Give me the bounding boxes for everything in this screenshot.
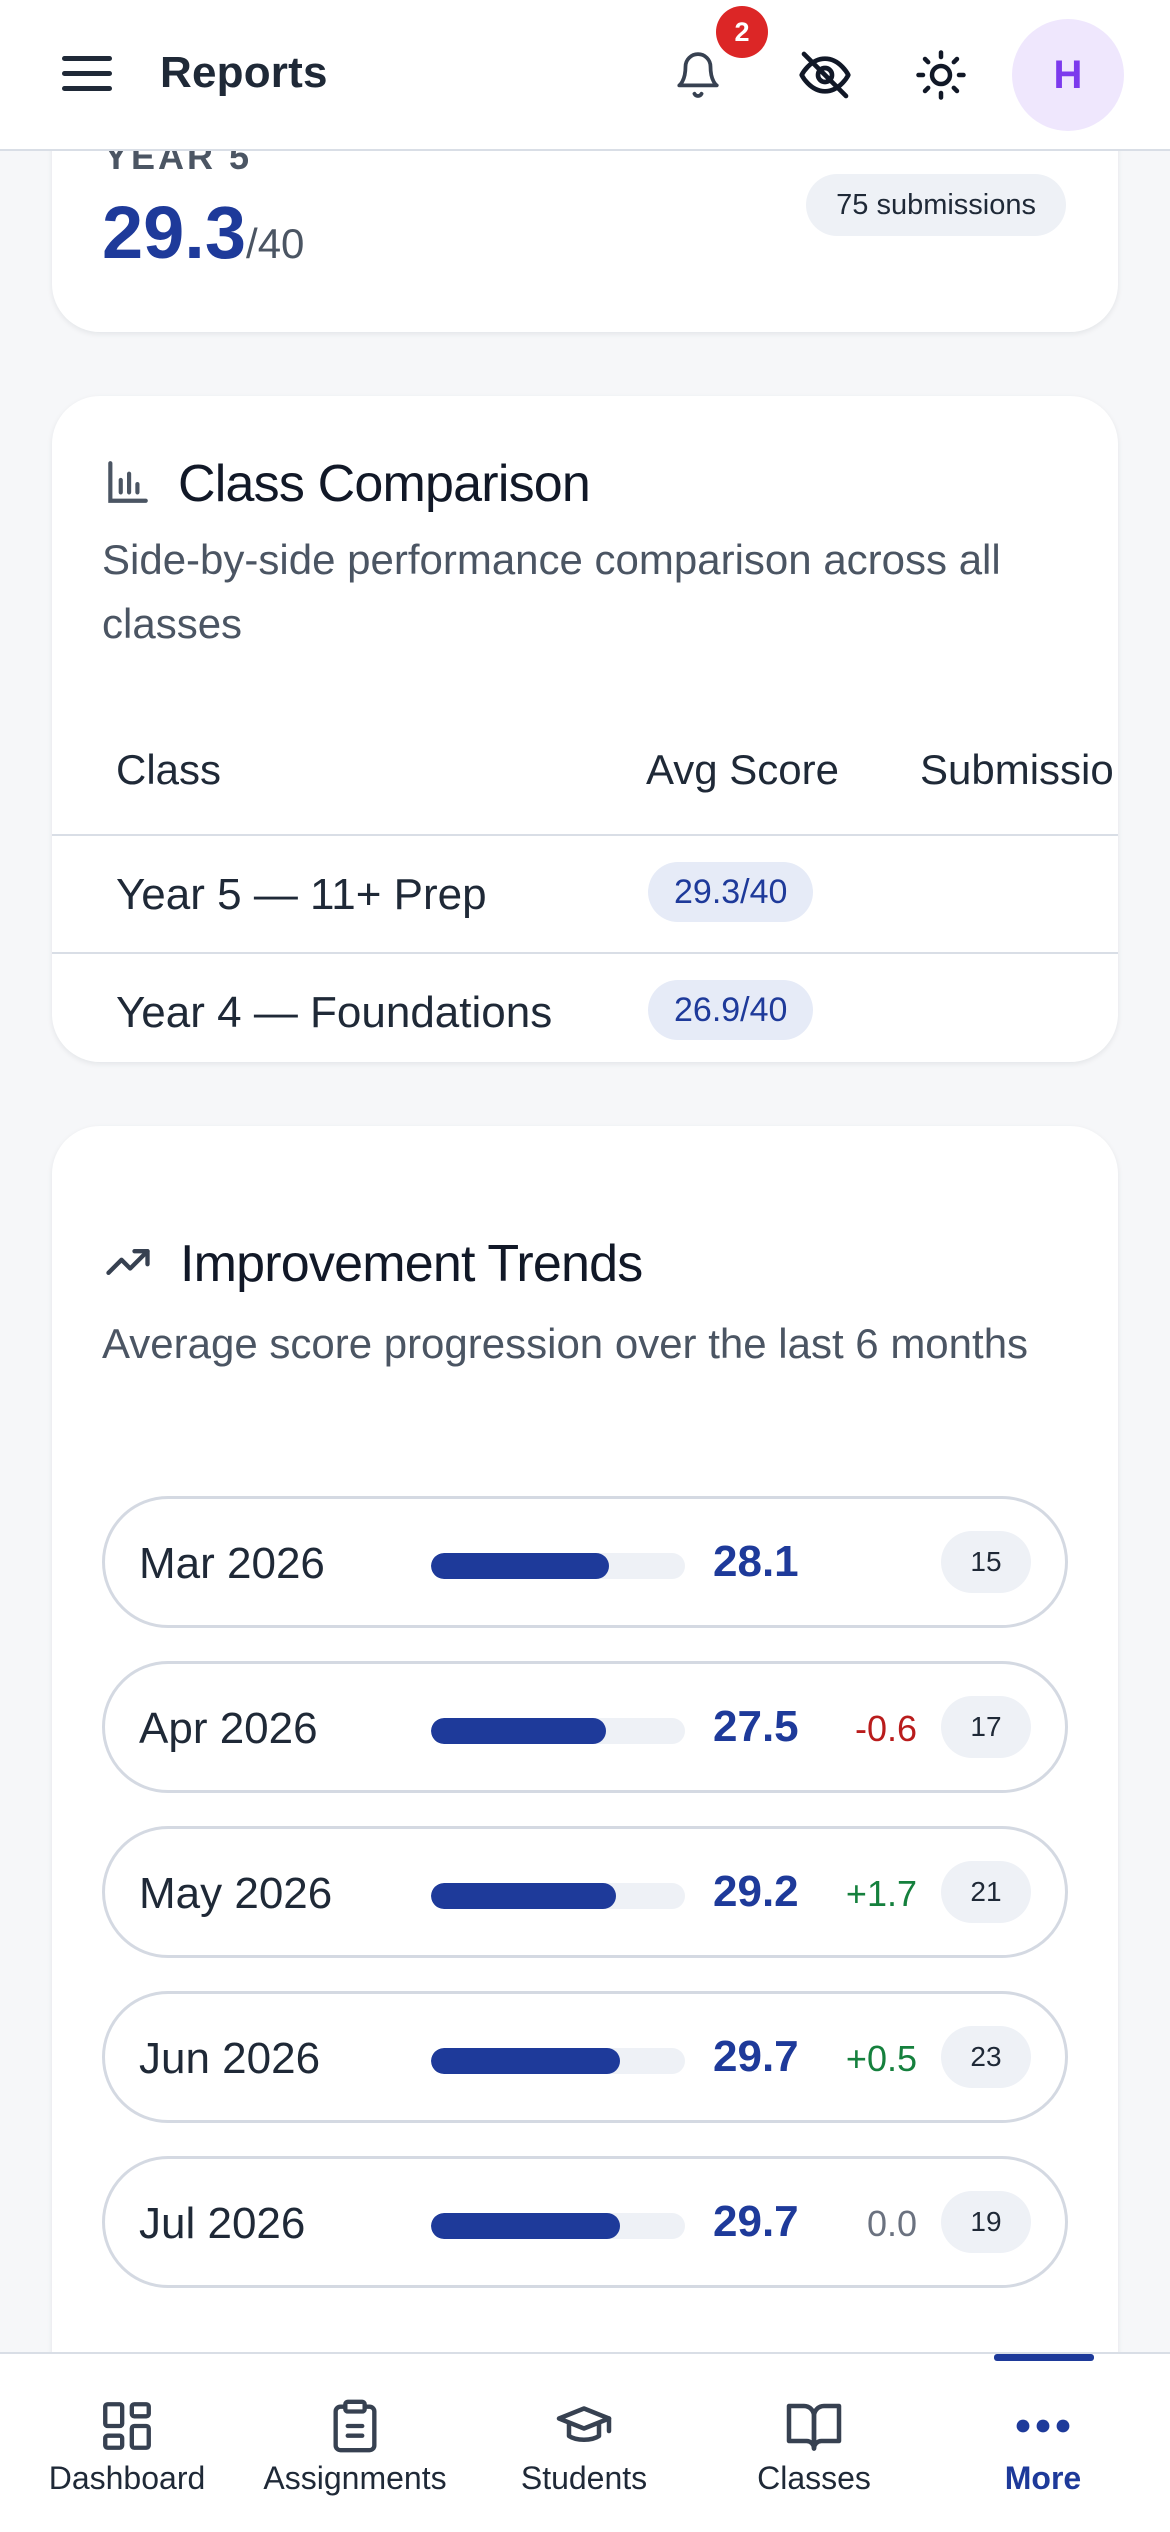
table-row: Year 5 — 11+ Prep 29.3/40: [52, 836, 1118, 954]
graduation-cap-icon: [467, 2390, 701, 2462]
avatar[interactable]: H: [1012, 19, 1124, 131]
avg-score-badge: 29.3/40: [648, 862, 814, 922]
book-icon: [697, 2390, 931, 2462]
clipboard-icon: [238, 2390, 472, 2462]
improvement-trends-card: Improvement Trends Average score progres…: [52, 1126, 1118, 2532]
sun-icon[interactable]: [906, 40, 976, 110]
nav-item-classes[interactable]: Classes: [697, 2354, 931, 2532]
trend-row: May 2026 29.2 +1.7 21: [102, 1826, 1068, 1958]
nav-label: More: [1004, 2460, 1082, 2496]
class-comparison-header: Class Comparison: [102, 454, 591, 514]
class-comparison-card: Class Comparison Side-by-side performanc…: [52, 396, 1118, 1062]
trend-row: Apr 2026 27.5 -0.6 17: [102, 1661, 1068, 1793]
trend-submission-count: 21: [941, 1861, 1031, 1923]
grid-icon: [10, 2390, 244, 2462]
trend-month: Jun 2026: [139, 2034, 321, 2083]
section-description: Side-by-side performance comparison acro…: [102, 536, 1001, 647]
trend-score: 29.7: [713, 2197, 799, 2246]
class-name: Year 4 — Foundations: [116, 988, 553, 1037]
bell-icon[interactable]: [663, 40, 733, 110]
nav-label: Classes: [757, 2460, 871, 2496]
section-title: Class Comparison: [178, 455, 591, 513]
trend-score: 28.1: [713, 1537, 799, 1586]
section-description: Average score progression over the last …: [102, 1320, 1029, 1367]
column-header-avg-score: Avg Score: [646, 746, 839, 793]
improvement-trends-header: Improvement Trends: [102, 1234, 643, 1294]
page-title: Reports: [160, 48, 328, 97]
trend-progress-fill: [431, 1883, 617, 1909]
more-dots-icon: [926, 2390, 1160, 2462]
trend-score: 27.5: [713, 1702, 799, 1751]
trend-change: +0.5: [845, 2038, 917, 2079]
nav-label: Dashboard: [48, 2460, 206, 2496]
nav-item-dashboard[interactable]: Dashboard: [10, 2354, 244, 2532]
class-name: Year 5 — 11+ Prep: [116, 870, 487, 919]
trend-progress-bar: [431, 1883, 685, 1909]
trend-submission-count: 15: [941, 1531, 1031, 1593]
trend-progress-bar: [431, 2213, 685, 2239]
trend-progress-bar: [431, 1553, 685, 1579]
trend-progress-bar: [431, 1718, 685, 1744]
average-score: 29.3/40: [102, 191, 305, 274]
nav-item-students[interactable]: Students: [467, 2354, 701, 2532]
trend-row: Jul 2026 29.7 0.0 19: [102, 2156, 1068, 2288]
app-bar: Reports 2 H: [0, 0, 1170, 151]
trend-progress-fill: [431, 1553, 610, 1579]
trend-progress-fill: [431, 1718, 606, 1744]
trend-score: 29.7: [713, 2032, 799, 2081]
avg-score-badge: 26.9/40: [648, 980, 814, 1040]
column-header-class: Class: [116, 746, 222, 793]
trend-month: Jul 2026: [139, 2199, 306, 2248]
nav-item-assignments[interactable]: Assignments: [238, 2354, 472, 2532]
submissions-badge: 75 submissions: [806, 174, 1066, 236]
menu-icon[interactable]: [62, 50, 114, 96]
trend-change: +1.7: [845, 1873, 917, 1914]
section-title: Improvement Trends: [180, 1235, 643, 1293]
column-header-submissions: Submissio: [920, 746, 1114, 793]
trend-submission-count: 17: [941, 1696, 1031, 1758]
nav-label: Assignments: [263, 2460, 447, 2496]
trend-progress-fill: [431, 2213, 620, 2239]
trending-up-icon: [102, 1236, 154, 1293]
notification-badge: 2: [716, 6, 768, 58]
trend-row: Jun 2026 29.7 +0.5 23: [102, 1991, 1068, 2123]
bottom-navigation: Dashboard Assignments Students Classes M…: [0, 2352, 1170, 2532]
table-header: Class Avg Score Submissio: [52, 706, 1118, 836]
trend-month: Apr 2026: [139, 1704, 318, 1753]
trend-change: 0.0: [866, 2203, 917, 2244]
trend-score: 29.2: [713, 1867, 799, 1916]
trend-change: -0.6: [854, 1708, 917, 1749]
max-score: /40: [246, 220, 305, 267]
eye-off-icon[interactable]: [790, 40, 860, 110]
trend-row: Mar 2026 28.1 15: [102, 1496, 1068, 1628]
trend-month: May 2026: [139, 1869, 333, 1918]
bar-chart-icon: [102, 457, 152, 512]
nav-label: Students: [520, 2460, 648, 2496]
trend-submission-count: 19: [941, 2191, 1031, 2253]
trend-progress-bar: [431, 2048, 685, 2074]
table-row: Year 4 — Foundations 26.9/40: [52, 954, 1118, 1062]
trend-submission-count: 23: [941, 2026, 1031, 2088]
trend-progress-fill: [431, 2048, 620, 2074]
nav-item-more[interactable]: More: [926, 2354, 1160, 2532]
trend-month: Mar 2026: [139, 1539, 325, 1588]
